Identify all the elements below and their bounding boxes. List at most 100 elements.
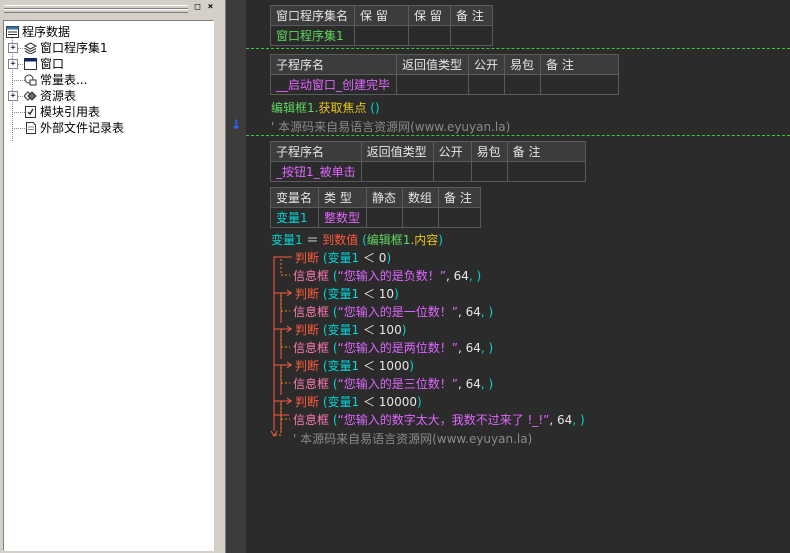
code-string: “您输入的是三位数！”	[337, 377, 458, 391]
tree-item-label: 资源表	[40, 89, 77, 103]
tree-item-assembly[interactable]: 窗口程序集1	[24, 40, 108, 56]
code-punct: (	[329, 269, 338, 283]
code-number: 64	[465, 305, 481, 319]
judge-line[interactable]: 判断 (变量1 ＜ 1000)	[295, 357, 414, 374]
code-number: 64	[465, 377, 481, 391]
expand-toggle[interactable]: +	[8, 91, 18, 101]
code-number: 64	[557, 413, 573, 427]
maximize-button[interactable]: □	[192, 2, 203, 13]
code-punct: (	[319, 287, 328, 301]
expand-toggle[interactable]: +	[8, 43, 18, 53]
code-punct: , )	[572, 413, 585, 427]
code-number: 64	[453, 269, 469, 283]
flow-connector	[280, 295, 290, 312]
code-punct: (	[329, 413, 338, 427]
message-box-line[interactable]: 信息框 (“您输入的数字太大，我数不过来了 !_!”, 64, )	[293, 411, 585, 428]
judge-line[interactable]: 判断 (变量1 ＜ 10)	[295, 285, 399, 302]
flow-connector	[280, 364, 292, 395]
code-punct: (	[319, 251, 328, 265]
code-operator: ＜	[359, 323, 379, 337]
message-box-line[interactable]: 信息框 (“您输入的是负数！”, 64, )	[293, 267, 481, 284]
constant-table-icon	[24, 74, 37, 86]
code-string: “您输入的数字太大，我数不过来了 !_!”	[337, 413, 550, 427]
code-string: “您输入的是一位数！”	[337, 305, 458, 319]
code-punct: , )	[480, 341, 494, 355]
program-data-panel: □ × 程序数据 + 窗口程序集1 + 窗口 常量表... + 资源表 模块引用…	[0, 0, 220, 553]
code-punct: )	[409, 359, 415, 373]
file-record-icon	[26, 122, 36, 134]
judge-line[interactable]: 判断 (变量1 ＜ 0)	[295, 249, 391, 266]
code-operator: ＜	[359, 395, 379, 409]
code-function: 信息框	[293, 341, 330, 355]
code-punct: )	[394, 287, 399, 301]
code-number: 10	[378, 287, 395, 301]
code-function: 信息框	[293, 305, 330, 319]
flow-connector	[280, 292, 292, 323]
code-punct: ,	[445, 269, 454, 283]
code-keyword: 判断	[295, 395, 320, 409]
resource-table-icon	[24, 91, 37, 101]
expand-toggle[interactable]: +	[8, 59, 18, 69]
tree-item-module-refs[interactable]: 模块引用表	[24, 104, 100, 120]
tree-root[interactable]: 程序数据	[6, 24, 70, 40]
code-punct: ,	[457, 305, 466, 319]
code-punct: , )	[468, 269, 482, 283]
code-punct: ,	[549, 413, 558, 427]
tree-item-resources[interactable]: 资源表	[24, 88, 76, 104]
code-string: “您输入的是负数！”	[337, 269, 446, 283]
panel-titlebar[interactable]: □ ×	[0, 0, 220, 16]
flow-connector	[274, 419, 282, 436]
program-tree[interactable]: 程序数据 + 窗口程序集1 + 窗口 常量表... + 资源表 模块引用表 外部…	[3, 20, 214, 551]
flow-connector	[280, 403, 290, 420]
tree-item-label: 常量表...	[40, 73, 88, 87]
code-keyword: 判断	[295, 323, 320, 337]
tree-item-label: 窗口	[40, 57, 65, 71]
code-keyword: 判断	[295, 359, 320, 373]
code-punct: ,	[457, 341, 466, 355]
module-reference-icon	[25, 106, 36, 118]
close-button[interactable]: ×	[205, 2, 216, 13]
code-number: 100	[378, 323, 402, 337]
code-punct: , )	[480, 377, 494, 391]
code-editor[interactable]: 窗口程序集名 保 留 保 留 备 注 窗口程序集1 子程序名 返回值类型 公开 …	[246, 0, 790, 553]
code-keyword: 判断	[295, 287, 320, 301]
database-icon	[6, 26, 19, 38]
tree-root-label: 程序数据	[22, 25, 71, 39]
code-punct: (	[329, 305, 338, 319]
code-number: 64	[465, 341, 481, 355]
code-variable: 变量1	[327, 287, 360, 301]
tree-item-label: 外部文件记录表	[40, 121, 125, 135]
tree-item-label: 模块引用表	[40, 105, 101, 119]
code-punct: (	[329, 341, 338, 355]
judge-line[interactable]: 判断 (变量1 ＜ 10000)	[295, 393, 422, 410]
code-operator: ＜	[359, 251, 379, 265]
flow-connector	[280, 328, 292, 359]
code-punct: (	[329, 377, 338, 391]
message-box-line[interactable]: 信息框 (“您输入的是一位数！”, 64, )	[293, 303, 493, 320]
code-variable: 变量1	[327, 323, 360, 337]
code-variable: 变量1	[327, 395, 360, 409]
code-punct: , )	[480, 305, 494, 319]
flow-connector	[280, 400, 292, 431]
current-line-arrow-icon: ↓	[231, 118, 242, 133]
tree-item-constants[interactable]: 常量表...	[24, 72, 87, 88]
panel-grip[interactable]	[4, 9, 188, 13]
message-box-line[interactable]: 信息框 (“您输入的是三位数！”, 64, )	[293, 375, 493, 392]
tree-item-window[interactable]: 窗口	[24, 56, 64, 72]
flow-connector	[273, 256, 292, 287]
code-function: 信息框	[293, 413, 330, 427]
code-comment[interactable]: ' 本源码来自易语言资源网(www.eyuyan.la)	[293, 430, 532, 447]
code-variable: 变量1	[327, 359, 360, 373]
tree-item-external-files[interactable]: 外部文件记录表	[24, 120, 124, 136]
code-punct: ,	[457, 377, 466, 391]
code-punct: )	[416, 395, 422, 409]
flow-connector	[280, 259, 290, 276]
code-keyword: 判断	[295, 251, 320, 265]
code-function: 信息框	[293, 269, 330, 283]
message-box-line[interactable]: 信息框 (“您输入的是两位数！”, 64, )	[293, 339, 493, 356]
flow-connector	[280, 331, 290, 348]
editor-gutter[interactable]	[226, 0, 246, 553]
code-function: 信息框	[293, 377, 330, 391]
code-string: “您输入的是两位数！”	[337, 341, 458, 355]
judge-line[interactable]: 判断 (变量1 ＜ 100)	[295, 321, 406, 338]
